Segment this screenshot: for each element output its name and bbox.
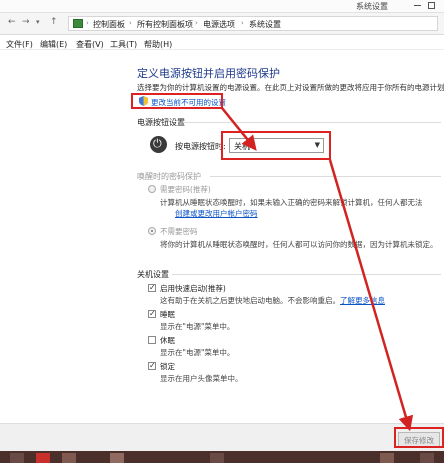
hibernate-desc: 显示在"电源"菜单中。 xyxy=(160,348,235,357)
taskbar xyxy=(0,451,444,463)
sleep-desc: 显示在"电源"菜单中。 xyxy=(160,322,235,331)
menu-help[interactable]: 帮助(H) xyxy=(144,39,172,50)
menu-view[interactable]: 查看(V) xyxy=(76,39,104,50)
menu-edit[interactable]: 编辑(E) xyxy=(40,39,67,50)
highlight-box-select xyxy=(221,131,331,160)
menu-bar: 文件(F) 编辑(E) 查看(V) 工具(T) 帮助(H) xyxy=(0,36,444,50)
sleep-label: 睡眠 xyxy=(160,310,175,319)
back-button[interactable]: ← xyxy=(8,17,16,27)
lock-label: 锁定 xyxy=(160,362,175,371)
breadcrumb-all-items[interactable]: 所有控制面板项 xyxy=(137,19,193,30)
settings-content: 定义电源按钮并启用密码保护 选择要为你的计算机设置的电源设置。在此页上对设置所做… xyxy=(0,51,444,423)
minimize-button[interactable] xyxy=(414,5,421,6)
address-bar: ← → ▾ ↑ › 控制面板 › 所有控制面板项 › 电源选项 › 系统设置 xyxy=(0,13,444,35)
highlight-box-change-link xyxy=(131,93,223,109)
taskbar-item[interactable] xyxy=(380,453,394,463)
hibernate-label: 休眠 xyxy=(160,336,175,345)
no-password-label: 不需要密码 xyxy=(160,227,198,236)
section-divider xyxy=(210,176,441,177)
lock-desc: 显示在用户头像菜单中。 xyxy=(160,374,243,383)
power-button-section-title: 电源按钮设置 xyxy=(137,118,185,127)
password-section-title: 唤醒时的密码保护 xyxy=(137,172,201,181)
footer-bar: 保存修改 xyxy=(0,423,444,451)
shutdown-section-title: 关机设置 xyxy=(137,270,169,279)
lock-checkbox[interactable] xyxy=(148,361,156,370)
window-title: 系统设置 xyxy=(356,2,388,11)
breadcrumb-separator: › xyxy=(241,19,244,27)
breadcrumb[interactable]: › 控制面板 › 所有控制面板项 › 电源选项 › 系统设置 xyxy=(68,16,438,31)
taskbar-item[interactable] xyxy=(10,453,24,463)
highlight-box-save xyxy=(394,427,444,448)
require-password-desc: 计算机从睡眠状态唤醒时，如果未输入正确的密码来解锁计算机，任何人都无法 xyxy=(160,198,423,207)
control-panel-icon xyxy=(73,19,83,28)
hibernate-checkbox[interactable] xyxy=(148,336,156,344)
breadcrumb-separator: › xyxy=(86,19,89,27)
menu-file[interactable]: 文件(F) xyxy=(6,39,33,50)
forward-button[interactable]: → xyxy=(22,17,30,27)
page-intro: 选择要为你的计算机设置的电源设置。在此页上对设置所做的更改将应用于你所有的电源计… xyxy=(137,83,444,92)
history-dropdown[interactable]: ▾ xyxy=(36,18,40,26)
fast-startup-desc: 这有助于在关机之后更快地启动电脑。不会影响重启。 xyxy=(160,296,340,305)
taskbar-item[interactable] xyxy=(210,453,224,463)
require-password-label: 需要密码(推荐) xyxy=(160,185,211,194)
breadcrumb-separator: › xyxy=(195,19,198,27)
maximize-button[interactable] xyxy=(428,2,435,9)
no-password-radio[interactable] xyxy=(148,227,156,235)
window-titlebar: 系统设置 xyxy=(0,0,444,13)
sleep-checkbox[interactable] xyxy=(148,309,156,318)
taskbar-item[interactable] xyxy=(36,453,50,463)
create-password-link[interactable]: 创建或更改用户帐户密码 xyxy=(175,208,258,219)
menu-tools[interactable]: 工具(T) xyxy=(110,39,137,50)
taskbar-item[interactable] xyxy=(62,453,76,463)
taskbar-item[interactable] xyxy=(420,453,434,463)
page-title: 定义电源按钮并启用密码保护 xyxy=(137,67,280,80)
breadcrumb-system-settings[interactable]: 系统设置 xyxy=(249,19,281,30)
breadcrumb-power-options[interactable]: 电源选项 xyxy=(203,19,235,30)
breadcrumb-control-panel[interactable]: 控制面板 xyxy=(93,19,125,30)
breadcrumb-separator: › xyxy=(129,19,132,27)
power-button-label: 按电源按钮时: xyxy=(175,142,226,151)
taskbar-item[interactable] xyxy=(110,453,124,463)
require-password-radio[interactable] xyxy=(148,185,156,193)
fast-startup-checkbox[interactable] xyxy=(148,283,156,292)
learn-more-link[interactable]: 了解更多信息 xyxy=(340,295,385,306)
up-button[interactable]: ↑ xyxy=(50,17,58,27)
power-icon xyxy=(150,136,167,153)
section-divider xyxy=(183,122,441,123)
no-password-desc: 将你的计算机从睡眠状态唤醒时，任何人都可以访问你的数据，因为计算机未锁定。 xyxy=(160,240,438,249)
fast-startup-label: 启用快速启动(推荐) xyxy=(160,284,226,293)
section-divider xyxy=(172,274,441,275)
